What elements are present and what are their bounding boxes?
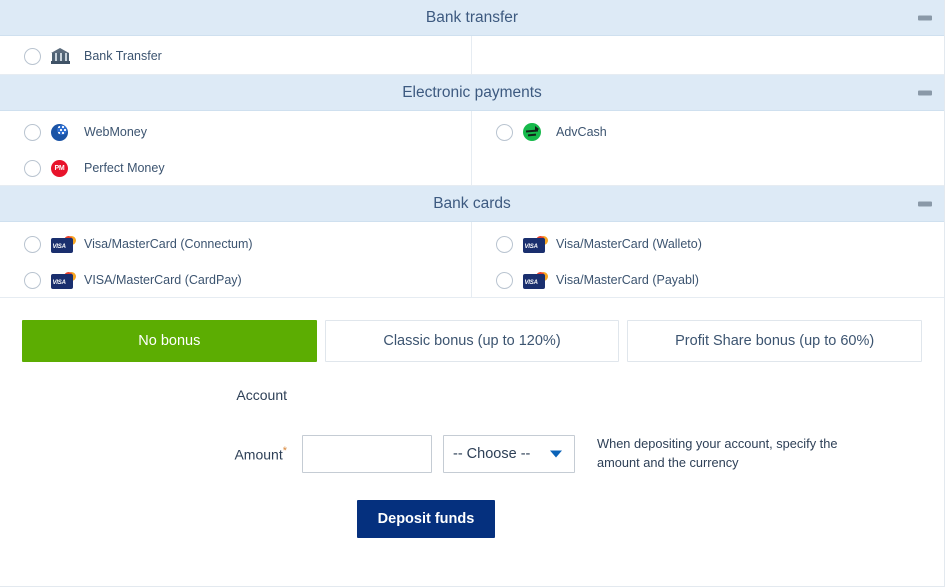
section-title: Bank transfer: [425, 9, 519, 26]
deposit-page: Bank transfer Bank Transfer Electronic p…: [0, 0, 945, 587]
tab-classic-bonus[interactable]: Classic bonus (up to 120%): [324, 320, 620, 362]
payment-option-label: WebMoney: [84, 125, 147, 139]
visa-mastercard-icon: VISA: [51, 235, 77, 253]
minus-icon[interactable]: [918, 90, 932, 95]
bank-icon: [51, 47, 77, 65]
radio-webmoney[interactable]: [24, 123, 41, 141]
amount-row: Amount* -- Choose -- When depositing you…: [22, 434, 922, 474]
section-header-bank-transfer[interactable]: Bank transfer: [0, 0, 944, 36]
section-body-electronic-payments: WebMoney PM Perfect Money AdvCash: [0, 111, 944, 186]
option-column-right: [472, 36, 944, 74]
option-column-left: Bank Transfer: [0, 36, 472, 74]
deposit-funds-button[interactable]: Deposit funds: [357, 500, 495, 538]
payment-option-label: Visa/MasterCard (Payabl): [556, 273, 699, 287]
payment-option-visa-walleto[interactable]: VISA Visa/MasterCard (Walleto): [472, 226, 944, 262]
radio-advcash[interactable]: [496, 123, 513, 141]
amount-input[interactable]: [302, 435, 432, 473]
section-body-bank-transfer: Bank Transfer: [0, 36, 944, 75]
tab-profit-share-bonus[interactable]: Profit Share bonus (up to 60%): [627, 320, 923, 362]
payment-option-label: Bank Transfer: [84, 49, 162, 63]
minus-icon[interactable]: [918, 15, 932, 20]
radio-bank-transfer[interactable]: [24, 47, 41, 65]
option-column-right: AdvCash: [472, 111, 944, 185]
payment-option-advcash[interactable]: AdvCash: [472, 114, 944, 150]
payment-option-bank-transfer[interactable]: Bank Transfer: [0, 38, 471, 74]
account-row: Account: [22, 378, 922, 412]
bonus-selector: No bonus Classic bonus (up to 120%) Prof…: [0, 298, 944, 362]
radio-visa-payabl[interactable]: [496, 271, 513, 289]
visa-mastercard-icon: VISA: [51, 271, 77, 289]
payment-option-label: VISA/MasterCard (CardPay): [84, 273, 242, 287]
option-column-left: WebMoney PM Perfect Money: [0, 111, 472, 185]
payment-option-label: Visa/MasterCard (Walleto): [556, 237, 702, 251]
chevron-down-icon: [550, 450, 562, 458]
payment-option-label: Perfect Money: [84, 161, 165, 175]
deposit-form: Account Amount* -- Choose -- When deposi…: [0, 378, 944, 538]
bonus-tabs: No bonus Classic bonus (up to 120%) Prof…: [22, 320, 923, 362]
payment-option-visa-connectum[interactable]: VISA Visa/MasterCard (Connectum): [0, 226, 471, 262]
submit-row: Deposit funds: [22, 500, 922, 538]
amount-label: Amount*: [22, 445, 302, 463]
section-title: Bank cards: [433, 195, 511, 212]
visa-mastercard-icon: VISA: [523, 271, 549, 289]
section-header-electronic-payments[interactable]: Electronic payments: [0, 75, 944, 111]
radio-visa-walleto[interactable]: [496, 235, 513, 253]
amount-label-text: Amount: [234, 446, 283, 463]
advcash-icon: [523, 123, 549, 141]
account-label: Account: [236, 387, 287, 403]
perfect-money-icon: PM: [51, 159, 77, 177]
required-marker: *: [282, 445, 287, 458]
section-body-bank-cards: VISA Visa/MasterCard (Connectum) VISA VI…: [0, 222, 944, 298]
visa-mastercard-icon: VISA: [523, 235, 549, 253]
radio-visa-connectum[interactable]: [24, 235, 41, 253]
webmoney-icon: [51, 123, 77, 141]
currency-select[interactable]: -- Choose --: [443, 435, 575, 473]
radio-visa-cardpay[interactable]: [24, 271, 41, 289]
tab-no-bonus[interactable]: No bonus: [22, 320, 317, 362]
section-header-bank-cards[interactable]: Bank cards: [0, 186, 944, 222]
amount-hint: When depositing your account, specify th…: [597, 436, 838, 470]
option-column-right: VISA Visa/MasterCard (Walleto) VISA Visa…: [472, 222, 944, 297]
payment-option-perfect-money[interactable]: PM Perfect Money: [0, 150, 471, 186]
section-title: Electronic payments: [402, 84, 542, 101]
radio-perfect-money[interactable]: [24, 159, 41, 177]
payment-option-webmoney[interactable]: WebMoney: [0, 114, 471, 150]
payment-option-label: AdvCash: [556, 125, 607, 139]
payment-option-visa-cardpay[interactable]: VISA VISA/MasterCard (CardPay): [0, 262, 471, 298]
currency-select-value: -- Choose --: [453, 446, 531, 462]
option-column-left: VISA Visa/MasterCard (Connectum) VISA VI…: [0, 222, 472, 297]
minus-icon[interactable]: [918, 201, 932, 206]
payment-option-label: Visa/MasterCard (Connectum): [84, 237, 253, 251]
payment-option-visa-payabl[interactable]: VISA Visa/MasterCard (Payabl): [472, 262, 944, 298]
